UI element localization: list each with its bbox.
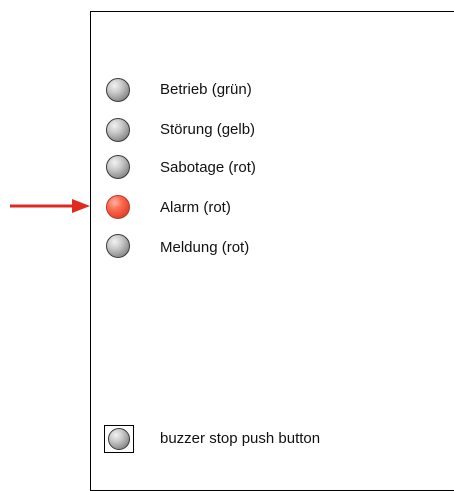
arrow-right-icon xyxy=(10,199,90,213)
status-led-icon xyxy=(106,78,130,102)
indicator-label: Betrieb (grün) xyxy=(160,81,252,98)
indicator-label: Störung (gelb) xyxy=(160,121,256,138)
indicator-label: Alarm (rot) xyxy=(160,199,231,216)
buzzer-stop-label: buzzer stop push button xyxy=(160,430,321,447)
status-led-icon xyxy=(106,195,130,219)
status-led-icon xyxy=(106,118,130,142)
buzzer-stop-button[interactable] xyxy=(104,425,134,453)
status-led-icon xyxy=(106,155,130,179)
indicator-label: Sabotage (rot) xyxy=(160,159,256,176)
device-front-panel xyxy=(90,11,454,491)
status-led-icon xyxy=(106,234,130,258)
push-button-icon xyxy=(108,428,130,450)
indicator-label: Meldung (rot) xyxy=(160,239,250,256)
